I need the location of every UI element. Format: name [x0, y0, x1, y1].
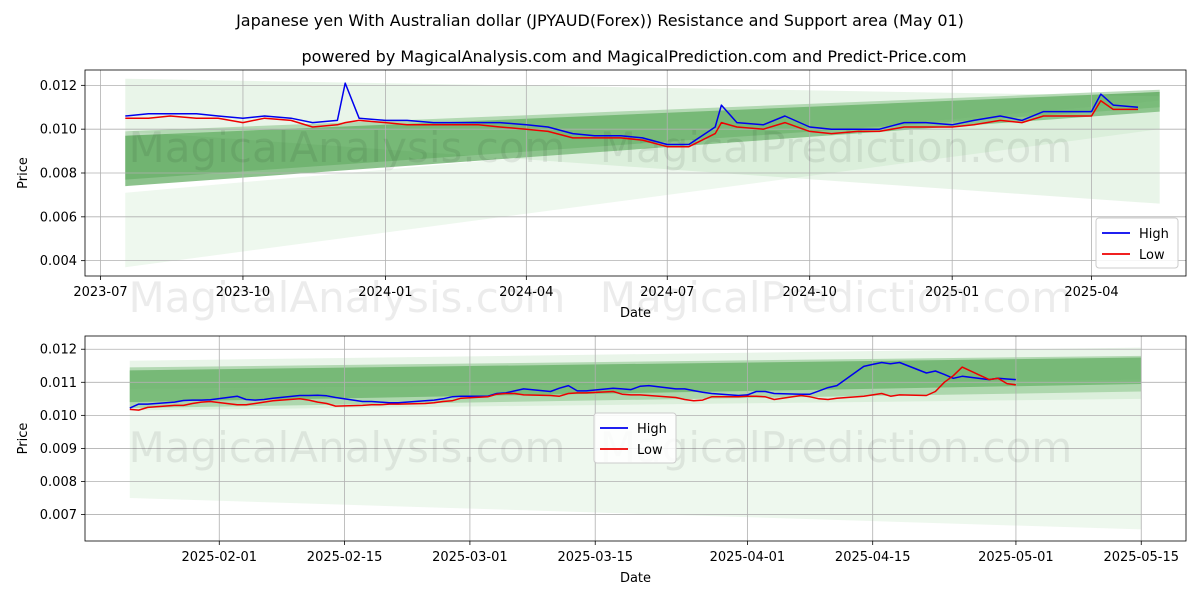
x-tick-label: 2024-04 [499, 285, 553, 300]
x-axis-label: Date [620, 571, 651, 586]
x-tick-label: 2023-07 [73, 285, 127, 300]
watermark: MagicalPrediction.com [600, 123, 1073, 172]
y-tick-label: 0.008 [40, 475, 77, 490]
x-tick-label: 2025-03-01 [432, 550, 508, 565]
y-tick-label: 0.008 [40, 167, 77, 182]
y-tick-label: 0.011 [40, 376, 77, 391]
chart-title: Japanese yen With Australian dollar (JPY… [235, 11, 964, 30]
x-tick-label: 2025-03-15 [557, 550, 633, 565]
y-tick-label: 0.007 [40, 508, 77, 523]
y-tick-label: 0.012 [40, 79, 77, 94]
x-tick-label: 2024-01 [358, 285, 412, 300]
x-tick-label: 2025-02-15 [307, 550, 383, 565]
legend-label-high: High [1139, 227, 1169, 242]
x-tick-label: 2025-04-15 [835, 550, 911, 565]
legend-label-high: High [637, 422, 667, 437]
y-tick-label: 0.010 [40, 409, 77, 424]
y-tick-label: 0.006 [40, 210, 77, 225]
y-axis-label: Price [16, 423, 31, 455]
y-tick-label: 0.009 [40, 442, 77, 457]
x-tick-label: 2024-10 [783, 285, 837, 300]
x-tick-label: 2023-10 [216, 285, 270, 300]
legend-label-low: Low [1139, 248, 1165, 263]
y-tick-label: 0.004 [40, 254, 77, 269]
legend: High Low [1095, 217, 1179, 269]
x-tick-label: 2025-01 [925, 285, 979, 300]
watermark: MagicalAnalysis.com [129, 423, 566, 472]
x-tick-label: 2025-05-15 [1103, 550, 1179, 565]
x-tick-label: 2025-02-01 [181, 550, 257, 565]
legend-box [593, 412, 677, 464]
x-tick-label: 2025-04-01 [710, 550, 786, 565]
legend-box [1095, 217, 1179, 269]
y-axis-label: Price [16, 157, 31, 189]
legend: High Low [593, 412, 677, 464]
chart-figure: Japanese yen With Australian dollar (JPY… [16, 11, 1187, 586]
x-tick-label: 2025-04 [1064, 285, 1118, 300]
y-tick-label: 0.012 [40, 343, 77, 358]
x-axis-label: Date [620, 306, 651, 321]
bottom-panel: MagicalAnalysis.com MagicalPrediction.com… [16, 335, 1187, 586]
watermark: MagicalAnalysis.com [129, 123, 566, 172]
chart-subtitle: powered by MagicalAnalysis.com and Magic… [301, 47, 966, 66]
x-tick-label: 2024-07 [640, 285, 694, 300]
top-panel: MagicalAnalysis.com MagicalPrediction.com… [16, 69, 1187, 322]
y-tick-label: 0.010 [40, 123, 77, 138]
x-tick-label: 2025-05-01 [978, 550, 1054, 565]
legend-label-low: Low [637, 443, 663, 458]
